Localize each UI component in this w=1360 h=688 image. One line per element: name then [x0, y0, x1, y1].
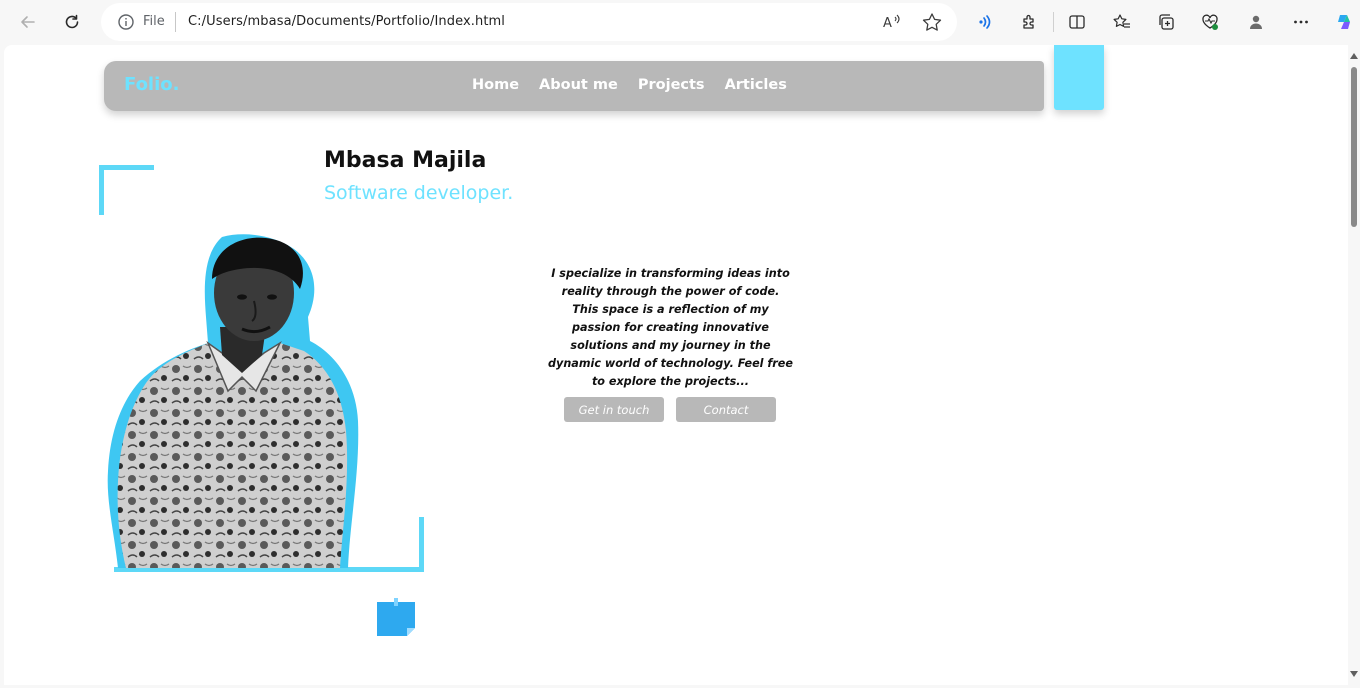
back-arrow-icon	[21, 16, 35, 28]
split-screen-button[interactable]	[1065, 10, 1089, 34]
extensions-button[interactable]	[1017, 10, 1041, 34]
split-screen-icon	[1069, 15, 1085, 29]
sticky-note-icon	[377, 598, 415, 636]
url-text[interactable]: C:/Users/mbasa/Documents/Portfolio/Index…	[188, 14, 505, 29]
get-in-touch-button[interactable]: Get in touch	[564, 397, 664, 422]
url-scheme-label: File	[143, 14, 165, 29]
site-navbar: Folio. Home About me Projects Articles	[104, 61, 1044, 111]
extensions-icon	[1023, 14, 1034, 29]
contact-button[interactable]: Contact	[676, 397, 776, 422]
scroll-down-arrow-icon[interactable]	[1350, 671, 1358, 677]
site-logo[interactable]: Folio.	[124, 74, 179, 95]
favorite-star-icon[interactable]	[921, 12, 943, 32]
decorative-corner-top-left	[99, 165, 154, 215]
nav-projects[interactable]: Projects	[638, 77, 705, 93]
profile-button[interactable]	[1244, 10, 1268, 34]
more-icon	[1294, 20, 1308, 24]
scroll-up-arrow-icon[interactable]	[1350, 53, 1358, 59]
wifi-signal-button[interactable]	[973, 10, 997, 34]
profile-icon	[1250, 15, 1262, 29]
nav-menu: Home About me Projects Articles	[472, 77, 787, 93]
hero-role: Software developer.	[324, 182, 514, 204]
favorites-button[interactable]	[1110, 10, 1134, 34]
accent-tab	[1054, 45, 1104, 110]
favorites-icon	[1113, 14, 1130, 28]
info-icon[interactable]	[117, 13, 135, 31]
address-bar[interactable]: File C:/Users/mbasa/Documents/Portfolio/…	[101, 3, 957, 41]
scrollbar-thumb[interactable]	[1351, 67, 1357, 227]
profile-portrait-image	[107, 234, 359, 568]
refresh-icon	[65, 14, 79, 29]
health-button[interactable]	[1198, 10, 1222, 34]
more-button[interactable]	[1289, 10, 1313, 34]
vertical-scrollbar[interactable]	[1348, 45, 1360, 685]
nav-home[interactable]: Home	[472, 77, 519, 93]
collections-button[interactable]	[1154, 10, 1178, 34]
copilot-button[interactable]	[1332, 10, 1356, 34]
toolbar-separator	[1053, 12, 1054, 32]
bio-paragraph: I specialize in transforming ideas into …	[548, 267, 793, 388]
health-icon	[1202, 14, 1218, 30]
svg-text:A: A	[883, 16, 892, 31]
read-aloud-icon[interactable]: A	[881, 12, 903, 32]
refresh-button[interactable]	[58, 8, 86, 36]
copilot-icon	[1338, 15, 1350, 29]
nav-about-me[interactable]: About me	[539, 77, 618, 93]
browser-toolbar: File C:/Users/mbasa/Documents/Portfolio/…	[0, 0, 1360, 45]
page-viewport: Folio. Home About me Projects Articles M…	[4, 45, 1348, 685]
collections-icon	[1159, 14, 1174, 30]
back-button[interactable]	[14, 8, 42, 36]
nav-articles[interactable]: Articles	[725, 77, 787, 93]
hero-name: Mbasa Majila	[324, 148, 487, 173]
wifi-signal-icon	[979, 15, 991, 29]
address-separator	[175, 12, 176, 32]
